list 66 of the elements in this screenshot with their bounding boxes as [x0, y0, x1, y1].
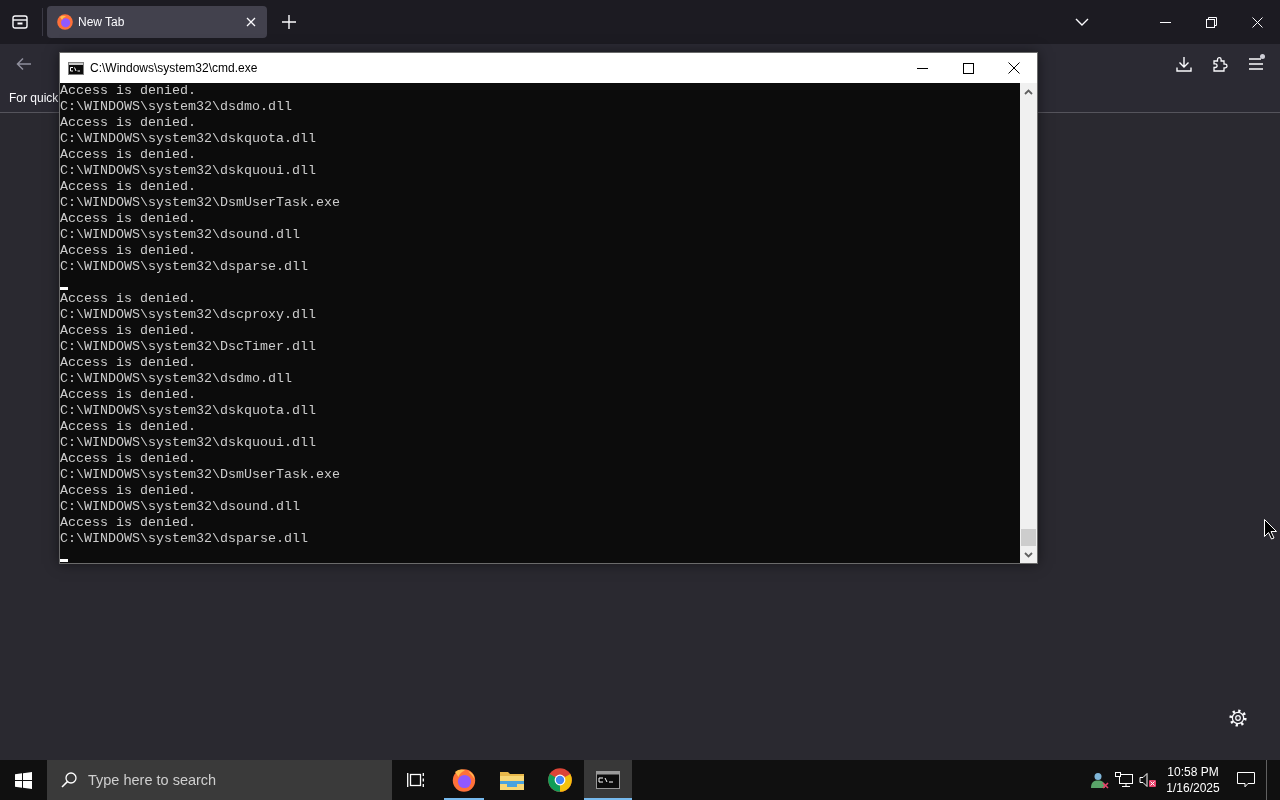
console-output-line: C:\WINDOWS\system32\dskquota.dll — [60, 403, 317, 419]
folder-icon — [500, 770, 524, 790]
console-output-line: C:\WINDOWS\system32\dsound.dll — [60, 227, 301, 243]
console-output-line: Access is denied. — [60, 243, 197, 259]
clock-button[interactable]: 10:58 PM 1/16/2025 — [1160, 760, 1226, 800]
chevron-down-icon — [1075, 18, 1089, 26]
console-output-line: C:\WINDOWS\system32\dsparse.dll — [60, 531, 309, 547]
search-field[interactable]: Type here to search — [47, 760, 392, 800]
scrollbar[interactable] — [1020, 83, 1037, 563]
window-title: C:\Windows\system32\cmd.exe — [90, 61, 258, 75]
console-output-line: Access is denied. — [60, 211, 197, 227]
download-icon — [1176, 56, 1192, 72]
people-icon — [1091, 771, 1109, 789]
console-output-line: Access is denied. — [60, 323, 197, 339]
notification-icon — [1237, 772, 1255, 788]
search-icon — [61, 772, 77, 788]
console-output-line: Access is denied. — [60, 291, 197, 307]
browser-tab[interactable]: New Tab — [47, 6, 267, 38]
console-output-line: Access is denied. — [60, 387, 197, 403]
console-output-line: Access is denied. — [60, 355, 197, 371]
console-output-line: C:\WINDOWS\system32\dskquoui.dll — [60, 163, 317, 179]
console-output-line: C:\WINDOWS\system32\DsmUserTask.exe — [60, 195, 341, 211]
close-icon — [246, 17, 256, 27]
console-output-line: C:\WINDOWS\system32\dskquoui.dll — [60, 435, 317, 451]
console-output-line: C:\WINDOWS\system32\DsmUserTask.exe — [60, 467, 341, 483]
restore-icon — [1205, 16, 1217, 28]
console-output-line: Access is denied. — [60, 451, 197, 467]
caret-up-icon — [1024, 88, 1033, 95]
plus-icon — [282, 15, 296, 29]
task-view-icon — [407, 772, 425, 788]
console-output-line: Access is denied. — [60, 483, 197, 499]
console-output-line: Access is denied. — [60, 83, 197, 99]
bookmarks-hint: For quick — [9, 91, 59, 105]
terminal-icon — [596, 771, 620, 789]
terminal-icon — [68, 61, 84, 75]
console-output-line: Access is denied. — [60, 179, 197, 195]
console-output-line: Access is denied. — [60, 147, 197, 163]
console-output-line: Access is denied. — [60, 515, 197, 531]
settings-icon — [1229, 709, 1247, 727]
console-output-line: Access is denied. — [60, 419, 197, 435]
browser-logo-icon — [57, 14, 73, 30]
console-output-line: C:\WINDOWS\system32\DscTimer.dll — [60, 339, 317, 355]
console-output-line: C:\WINDOWS\system32\dscproxy.dll — [60, 307, 317, 323]
minimize-icon — [1159, 21, 1171, 23]
menu-icon — [1249, 58, 1263, 70]
windows-logo-icon — [15, 771, 32, 789]
settings-button[interactable] — [1228, 708, 1248, 728]
close-icon — [1008, 62, 1020, 74]
taskbar-app-button[interactable] — [584, 760, 632, 800]
network-icon — [1115, 772, 1133, 788]
mouse-pointer-icon — [1264, 519, 1277, 540]
box-icon — [12, 15, 28, 29]
scrollbar-thumb[interactable] — [1021, 529, 1036, 546]
console-output-line: C:\WINDOWS\system32\dsdmo.dll — [60, 99, 293, 115]
puzzle-icon — [1212, 56, 1228, 72]
console-output-line: C:\WINDOWS\system32\dsound.dll — [60, 499, 301, 515]
maximize-icon — [962, 62, 974, 74]
caret-down-icon — [1024, 551, 1033, 558]
fox-browser-icon — [452, 768, 476, 792]
minimize-icon — [916, 67, 928, 69]
console-output-line: C:\WINDOWS\system32\dskquota.dll — [60, 131, 317, 147]
close-icon — [1251, 16, 1263, 28]
console-output-line: C:\WINDOWS\system32\dsparse.dll — [60, 259, 309, 275]
console-output-line: Access is denied. — [60, 115, 197, 131]
console-output-line: C:\WINDOWS\system32\dsdmo.dll — [60, 371, 293, 387]
circle-browser-icon — [548, 768, 572, 792]
